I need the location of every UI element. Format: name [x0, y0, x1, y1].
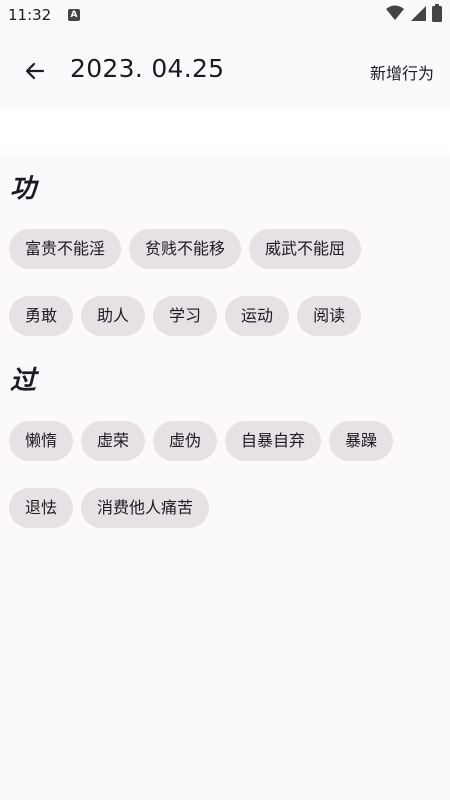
chip[interactable]: 富贵不能淫	[9, 229, 122, 269]
chip[interactable]: 虚荣	[81, 421, 146, 461]
battery-icon	[432, 4, 442, 26]
a-icon: A	[68, 9, 80, 21]
chip-row: 退怯 消费他人痛苦	[9, 488, 210, 528]
chip[interactable]: 消费他人痛苦	[81, 488, 210, 528]
chip[interactable]: 勇敢	[9, 296, 74, 336]
chip-row: 懒惰 虚荣 虚伪 自暴自弃 暴躁	[9, 421, 394, 461]
wifi-icon	[386, 5, 404, 25]
page-title: 2023. 04.25	[70, 54, 225, 83]
chip[interactable]: 学习	[153, 296, 218, 336]
section-title-fault: 过	[10, 366, 37, 396]
chip-row: 勇敢 助人 学习 运动 阅读	[9, 296, 362, 336]
app-bar: 2023. 04.25 新增行为	[0, 32, 450, 108]
chip[interactable]: 自暴自弃	[225, 421, 322, 461]
chip[interactable]: 威武不能屈	[249, 229, 362, 269]
signal-icon	[410, 5, 426, 25]
chip[interactable]: 暴躁	[329, 421, 394, 461]
chip-row: 富贵不能淫 贫贱不能移 威武不能屈	[9, 229, 362, 269]
status-time: 11:32	[8, 6, 52, 24]
section-title-merit: 功	[10, 174, 37, 204]
header-band	[0, 108, 450, 156]
back-button[interactable]	[18, 54, 52, 88]
chip[interactable]: 运动	[225, 296, 290, 336]
chip[interactable]: 退怯	[9, 488, 74, 528]
add-action-button[interactable]: 新增行为	[370, 60, 434, 84]
chip[interactable]: 虚伪	[153, 421, 218, 461]
chip[interactable]: 助人	[81, 296, 146, 336]
status-icons	[386, 4, 442, 26]
chip[interactable]: 贫贱不能移	[129, 229, 242, 269]
status-bar: 11:32 A	[0, 0, 450, 32]
arrow-left-icon	[25, 62, 45, 80]
chip[interactable]: 懒惰	[9, 421, 74, 461]
chip[interactable]: 阅读	[297, 296, 362, 336]
